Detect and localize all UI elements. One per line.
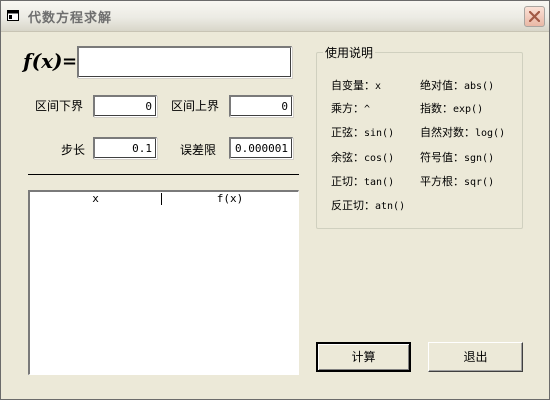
help-title: 使用说明 bbox=[323, 44, 376, 61]
help-item-label: 自然对数： bbox=[420, 126, 475, 139]
help-item-sin: 正弦：sin() bbox=[331, 124, 394, 140]
tolerance-label: 误差限 bbox=[180, 143, 217, 157]
formula-label: f(x) bbox=[23, 49, 63, 73]
dialog-window: 代数方程求解 f(x) = 区间下界 0 区间上界 0 步长 0.1 误差限 0… bbox=[0, 0, 550, 400]
help-item-tan: 正切：tan() bbox=[331, 173, 394, 189]
help-item-code: ^ bbox=[364, 104, 371, 115]
column-header-x[interactable]: x bbox=[30, 192, 161, 207]
formula-equals: = bbox=[62, 51, 78, 72]
results-list[interactable]: x f(x) bbox=[28, 190, 299, 375]
help-item-log: 自然对数：log() bbox=[420, 124, 505, 140]
help-item-code: exp() bbox=[453, 104, 484, 115]
window-title: 代数方程求解 bbox=[28, 11, 113, 26]
help-item-code: log() bbox=[475, 128, 506, 139]
help-item-abs: 绝对值：abs() bbox=[420, 77, 494, 93]
title-bar[interactable]: 代数方程求解 bbox=[1, 1, 549, 32]
upper-bound-label: 区间上界 bbox=[171, 99, 220, 113]
help-item-sgn: 符号值：sgn() bbox=[420, 149, 494, 165]
help-item-label: 绝对值： bbox=[420, 79, 464, 92]
close-icon bbox=[529, 11, 540, 22]
upper-bound-input[interactable]: 0 bbox=[229, 95, 293, 117]
help-item-variable: 自变量：x bbox=[331, 77, 381, 93]
help-item-code: sqr() bbox=[464, 177, 495, 188]
help-item-exp: 指数：exp() bbox=[420, 100, 483, 116]
step-label: 步长 bbox=[61, 143, 86, 157]
help-item-code: cos() bbox=[364, 153, 395, 164]
help-item-label: 自变量： bbox=[331, 79, 375, 92]
help-item-power: 乘方：^ bbox=[331, 100, 370, 116]
close-button[interactable] bbox=[524, 6, 545, 27]
help-item-code: abs() bbox=[464, 81, 495, 92]
help-item-label: 正弦： bbox=[331, 126, 364, 139]
compute-button[interactable]: 计算 bbox=[316, 342, 411, 372]
help-item-label: 指数： bbox=[420, 102, 453, 115]
help-item-atn: 反正切：atn() bbox=[331, 197, 405, 213]
help-item-code: atn() bbox=[375, 201, 406, 212]
help-item-label: 反正切： bbox=[331, 199, 375, 212]
help-item-label: 乘方： bbox=[331, 102, 364, 115]
help-item-code: sgn() bbox=[464, 153, 495, 164]
tolerance-input[interactable]: 0.000001 bbox=[229, 137, 293, 159]
window-app-icon bbox=[7, 10, 19, 21]
help-item-label: 正切： bbox=[331, 175, 364, 188]
help-item-label: 符号值： bbox=[420, 151, 464, 164]
help-item-label: 余弦： bbox=[331, 151, 364, 164]
step-input[interactable]: 0.1 bbox=[93, 137, 157, 159]
help-item-sqr: 平方根：sqr() bbox=[420, 173, 494, 189]
exit-button[interactable]: 退出 bbox=[428, 342, 523, 372]
column-header-fx[interactable]: f(x) bbox=[162, 192, 298, 207]
formula-input[interactable] bbox=[77, 46, 292, 78]
help-item-code: sin() bbox=[364, 128, 395, 139]
help-item-code: tan() bbox=[364, 177, 395, 188]
separator-line bbox=[28, 174, 299, 175]
help-item-code: x bbox=[375, 81, 382, 92]
help-item-label: 平方根： bbox=[420, 175, 464, 188]
lower-bound-input[interactable]: 0 bbox=[93, 95, 157, 117]
lower-bound-label: 区间下界 bbox=[35, 99, 84, 113]
help-item-cos: 余弦：cos() bbox=[331, 149, 394, 165]
